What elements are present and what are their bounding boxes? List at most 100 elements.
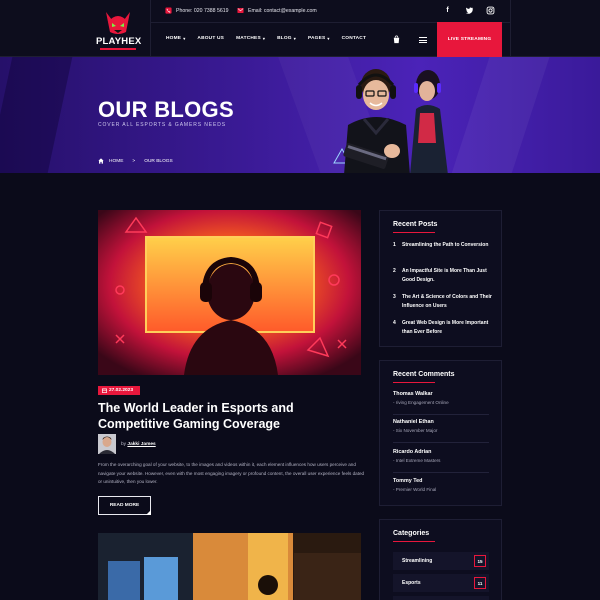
nav-label: MATCHES (236, 36, 261, 41)
author-avatar (98, 434, 116, 454)
recent-posts-title: Recent Posts (393, 221, 438, 228)
title-underline (393, 232, 435, 233)
categories-widget: Categories Streamlining 15 Esports 11 (379, 519, 502, 600)
read-more-label: READ MORE (109, 503, 140, 508)
recent-post-title: An Impactful Site is More Than Just Good… (402, 268, 487, 283)
home-icon (98, 158, 104, 164)
live-streaming-button[interactable]: LIVE STREAMING (437, 22, 502, 57)
email-icon (237, 8, 244, 13)
chevron-down-icon: ▾ (327, 36, 330, 41)
breadcrumb-home-link[interactable]: HOME (109, 159, 123, 164)
logo-underline (100, 48, 136, 50)
phone-icon (165, 7, 172, 14)
nav-item-home[interactable]: HOME ▾ (166, 36, 185, 41)
author-prefix: by (121, 442, 127, 447)
gamers-photo (333, 69, 448, 173)
comment-divider (393, 472, 489, 473)
recent-posts-widget: Recent Posts 1 Streamlining the Path to … (379, 210, 502, 347)
nav-label: HOME (166, 36, 182, 41)
recent-post-title: Great Web Design is More Important than … (402, 320, 489, 335)
hero-decoration (0, 57, 73, 173)
comment-post: - riving Engagement Online (393, 400, 449, 405)
header-divider (150, 0, 151, 57)
corner-accent (146, 510, 151, 515)
comment-author: Ricardo Adrian (393, 449, 432, 455)
post-date-badge: 27.02.2023 (98, 386, 140, 395)
recent-post-title: The Art & Science of Colors and Their In… (402, 294, 492, 309)
hamburger-menu-icon[interactable] (419, 37, 427, 43)
breadcrumb: HOME > OUR BLOGS (98, 158, 173, 164)
facebook-icon[interactable]: f (443, 6, 452, 15)
site-header: PLAYHEX Phone: 020 7388 5619 Email: cont… (0, 0, 600, 57)
phone-contact[interactable]: Phone: 020 7388 5619 (165, 7, 229, 14)
email-text: Email: contact@example.com (248, 7, 317, 14)
main-nav: HOME ▾ ABOUT US MATCHES ▾ BLOG ▾ PAGES ▾ CON… (166, 36, 378, 41)
chevron-down-icon: ▾ (262, 36, 266, 41)
helmet-logo-icon (106, 12, 130, 34)
category-item[interactable]: Streamlining 15 (393, 552, 489, 570)
chevron-down-icon: ▾ (293, 36, 296, 41)
nav-item-blog[interactable]: BLOG ▾ (277, 36, 296, 41)
post-date: 27.02.2023 (109, 388, 134, 393)
cart-icon[interactable] (392, 35, 401, 44)
phone-text: Phone: 020 7388 5619 (176, 7, 229, 14)
title-underline (393, 541, 435, 542)
nav-item-contact[interactable]: CONTACT (342, 36, 367, 41)
comment-author: Nathaniel Ethan (393, 419, 434, 425)
category-name: Esports (402, 580, 421, 586)
comment-divider (393, 414, 489, 415)
header-divider (510, 0, 511, 57)
comment-item[interactable]: Thomas Walkar - riving Engagement Online (393, 391, 489, 405)
recent-comments-title: Recent Comments (393, 371, 455, 378)
recent-post-number: 3 (393, 294, 396, 300)
comment-post: - Six November Major (393, 428, 438, 433)
hero-decoration (447, 57, 553, 173)
read-more-button[interactable]: READ MORE (98, 496, 151, 515)
recent-comments-widget: Recent Comments Thomas Walkar - riving E… (379, 360, 502, 506)
post-title[interactable]: The World Leader in Esports and Competit… (98, 401, 360, 432)
author-byline: by Jakki James (121, 442, 156, 447)
category-count: 15 (474, 555, 486, 567)
nav-item-matches[interactable]: MATCHES ▾ (236, 36, 265, 41)
nav-label: ABOUT US (197, 36, 225, 41)
calendar-icon (102, 388, 107, 393)
recent-post-number: 4 (393, 320, 396, 326)
second-post-image[interactable] (98, 533, 361, 600)
categories-title: Categories (393, 530, 430, 537)
recent-post-title: Streamlining the Path to Conversion (402, 242, 489, 248)
twitter-icon[interactable] (465, 6, 474, 15)
nav-label: PAGES (307, 36, 326, 41)
comment-item[interactable]: Ricardo Adrian - Intel Extreme Masters (393, 449, 489, 463)
page-hero: OUR BLOGS COVER ALL ESPORTS & GAMERS NEE… (0, 57, 600, 173)
page-subtitle: COVER ALL ESPORTS & GAMERS NEEDS (98, 122, 226, 128)
comment-post: - Premier World Final (393, 487, 437, 492)
instagram-icon[interactable] (486, 6, 495, 15)
comment-post: - Intel Extreme Masters (393, 458, 441, 463)
nav-label: BLOG (277, 36, 292, 41)
comment-item[interactable]: Tommy Ted - Premier World Final (393, 478, 489, 492)
page-title: OUR BLOGS (98, 97, 234, 122)
comment-item[interactable]: Nathaniel Ethan - Six November Major (393, 419, 489, 433)
category-item[interactable]: Esports 11 (393, 574, 489, 592)
post-featured-image[interactable] (98, 210, 361, 375)
category-count: 11 (474, 577, 486, 589)
breadcrumb-current: OUR BLOGS (144, 158, 173, 164)
category-item[interactable] (393, 596, 489, 600)
post-excerpt: From the overarching goal of your websit… (98, 462, 365, 485)
brand-logo[interactable]: PLAYHEX (96, 8, 142, 50)
nav-item-about[interactable]: ABOUT US (197, 36, 224, 41)
recent-post-number: 1 (393, 242, 396, 248)
title-underline (393, 382, 435, 383)
recent-post-number: 2 (393, 268, 396, 274)
chevron-down-icon: ▾ (183, 36, 186, 41)
nav-label: CONTACT (341, 36, 367, 41)
nav-item-pages[interactable]: PAGES ▾ (308, 36, 330, 41)
comment-author: Thomas Walkar (393, 391, 433, 397)
comment-divider (393, 442, 489, 443)
breadcrumb-separator: > (132, 158, 136, 164)
email-contact[interactable]: Email: contact@example.com (237, 7, 317, 14)
category-name: Streamlining (402, 558, 433, 564)
comment-author: Tommy Ted (393, 478, 423, 484)
author-link[interactable]: Jakki James (127, 442, 155, 447)
brand-name: PLAYHEX (96, 36, 142, 47)
